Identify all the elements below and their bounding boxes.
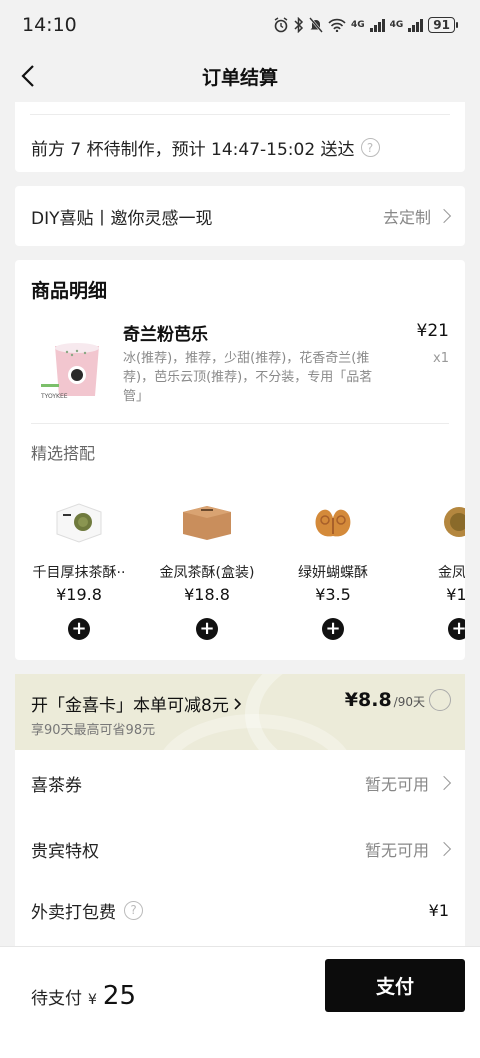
- cup-brand-text: TYOYKEE: [40, 393, 68, 400]
- vip-privilege-value: 暂无可用: [364, 837, 452, 861]
- combo-price: ¥18.8: [184, 585, 230, 604]
- combo-price: ¥3.5: [315, 585, 351, 604]
- vip-privilege-value-text: 暂无可用: [364, 841, 429, 860]
- product-options: 冰(推荐)，推荐，少甜(推荐)，花香奇兰(推荐)，芭乐云顶(推荐)，不分装，专用…: [123, 351, 373, 404]
- combo-name: 绿妍蝴蝶酥: [298, 565, 368, 581]
- battery-level: 91: [428, 17, 455, 33]
- delivery-estimate: 前方 7 杯待制作，预计 14:47-15:02 送达 ?: [31, 135, 380, 160]
- help-icon[interactable]: ?: [124, 900, 143, 920]
- nav-bar: 订单结算: [0, 50, 480, 102]
- packing-fee-label-text: 外卖打包费: [31, 902, 116, 923]
- product-detail-card: 商品明细 TYOYKEE 奇兰粉芭乐 ¥21 x1 冰(推荐)，推荐，少甜(推荐…: [15, 260, 465, 660]
- combo-price: ¥1.: [446, 585, 465, 604]
- total-amount: 25: [102, 981, 137, 1011]
- combo-price: ¥19.8: [56, 585, 102, 604]
- coupon-label: 喜茶券: [31, 775, 82, 796]
- back-arrow-icon: [21, 65, 34, 87]
- packing-fee-value: ¥1: [428, 900, 449, 920]
- alarm-icon: [274, 17, 288, 33]
- status-time: 14:10: [22, 14, 77, 36]
- gold-card-price-unit: /90天: [393, 695, 425, 709]
- pending-payment: 待支付 ¥ 25: [31, 981, 136, 1011]
- gold-card-radio[interactable]: [429, 689, 451, 711]
- bluetooth-icon: [294, 17, 304, 33]
- phoenix-pastry-box-image: [183, 506, 231, 540]
- signal-icon-1: [369, 18, 385, 32]
- product-price: ¥21: [416, 321, 449, 341]
- fees-list-card: 喜茶券 暂无可用 贵宾特权 暂无可用 外卖打包费 ? ¥1: [15, 750, 465, 950]
- page-title: 订单结算: [201, 66, 278, 89]
- vip-privilege-label: 贵宾特权: [31, 841, 99, 862]
- wifi-icon: [328, 18, 346, 32]
- divider: [31, 423, 449, 424]
- product-quantity: x1: [433, 351, 449, 366]
- combo-name: 金凤茶酥(盒装): [159, 565, 255, 581]
- status-icons: 4G 4G 91: [273, 17, 458, 33]
- diy-sticker-label: DIY喜贴丨邀你灵感一现: [31, 208, 213, 229]
- combo-name: 金凤茶: [438, 565, 465, 581]
- network-type-1: 4G: [350, 20, 365, 30]
- coupon-row[interactable]: 喜茶券 暂无可用: [31, 768, 452, 798]
- vip-privilege-row[interactable]: 贵宾特权 暂无可用: [31, 834, 452, 864]
- combo-list: 千目厚抹茶酥·· ¥19.8 + 金凤茶酥(盒装) ¥18.8 + 绿妍蝴蝶酥 …: [15, 492, 465, 652]
- add-button[interactable]: +: [322, 618, 344, 640]
- combo-item[interactable]: 千目厚抹茶酥·· ¥19.8 +: [15, 492, 143, 640]
- combo-item[interactable]: 金凤茶酥(盒装) ¥18.8 +: [143, 492, 271, 640]
- battery-icon: 91: [428, 17, 458, 33]
- payment-bar: 待支付 ¥ 25 支付: [0, 946, 480, 1058]
- add-button[interactable]: +: [68, 618, 90, 640]
- network-type-2: 4G: [389, 20, 404, 30]
- gold-card-subtitle: 享90天最高可省98元: [31, 723, 156, 738]
- pending-payment-label: 待支付: [31, 989, 82, 1009]
- help-icon[interactable]: ?: [360, 138, 380, 157]
- drink-cup-image: TYOYKEE: [40, 343, 99, 400]
- packing-fee-label: 外卖打包费 ?: [31, 898, 143, 923]
- add-button[interactable]: +: [448, 618, 465, 640]
- chevron-right-icon: [436, 775, 452, 791]
- gold-card-price: ¥8.8 /90天: [345, 689, 425, 711]
- diy-sticker-row[interactable]: DIY喜贴丨邀你灵感一现 去定制: [15, 186, 465, 246]
- delivery-estimate-card: 前方 7 杯待制作，预计 14:47-15:02 送达 ?: [15, 102, 465, 172]
- product-section-title: 商品明细: [31, 280, 108, 302]
- gold-card-title[interactable]: 开「金喜卡」本单可减8元: [31, 691, 242, 716]
- packing-fee-row: 外卖打包费 ? ¥1: [31, 895, 449, 925]
- mute-bell-icon: [309, 17, 323, 33]
- gold-card-price-value: ¥8.8: [344, 689, 392, 711]
- coupon-value-text: 暂无可用: [364, 775, 429, 794]
- delivery-estimate-text: 前方 7 杯待制作，预计 14:47-15:02 送达: [31, 140, 355, 160]
- phoenix-pastry-image: [444, 507, 465, 537]
- butterfly-pastry-image: [315, 509, 351, 537]
- gold-card-promo[interactable]: 开「金喜卡」本单可减8元 享90天最高可省98元 ¥8.8 /90天: [15, 674, 465, 750]
- chevron-right-icon: [436, 841, 452, 857]
- chevron-right-icon: [436, 208, 452, 224]
- combo-item[interactable]: 绿妍蝴蝶酥 ¥3.5 +: [269, 492, 397, 640]
- chevron-right-icon: [234, 697, 241, 710]
- signal-icon-2: [408, 18, 424, 32]
- currency-symbol: ¥: [88, 992, 97, 1008]
- gold-card-title-text: 开「金喜卡」本单可减8元: [31, 696, 229, 716]
- combo-section-title: 精选搭配: [31, 444, 96, 463]
- customize-label: 去定制: [382, 208, 431, 227]
- matcha-pastry-box-image: [56, 503, 102, 543]
- combo-item[interactable]: 金凤茶 ¥1. +: [395, 492, 465, 640]
- divider: [30, 114, 450, 115]
- combo-name: 千目厚抹茶酥··: [32, 565, 126, 581]
- coupon-value: 暂无可用: [364, 771, 452, 795]
- product-name: 奇兰粉芭乐: [123, 325, 208, 345]
- status-bar: 14:10 4G 4G 91: [0, 0, 480, 50]
- add-button[interactable]: +: [196, 618, 218, 640]
- back-button[interactable]: [14, 62, 42, 90]
- pay-button[interactable]: 支付: [325, 959, 465, 1012]
- customize-link[interactable]: 去定制: [382, 204, 452, 228]
